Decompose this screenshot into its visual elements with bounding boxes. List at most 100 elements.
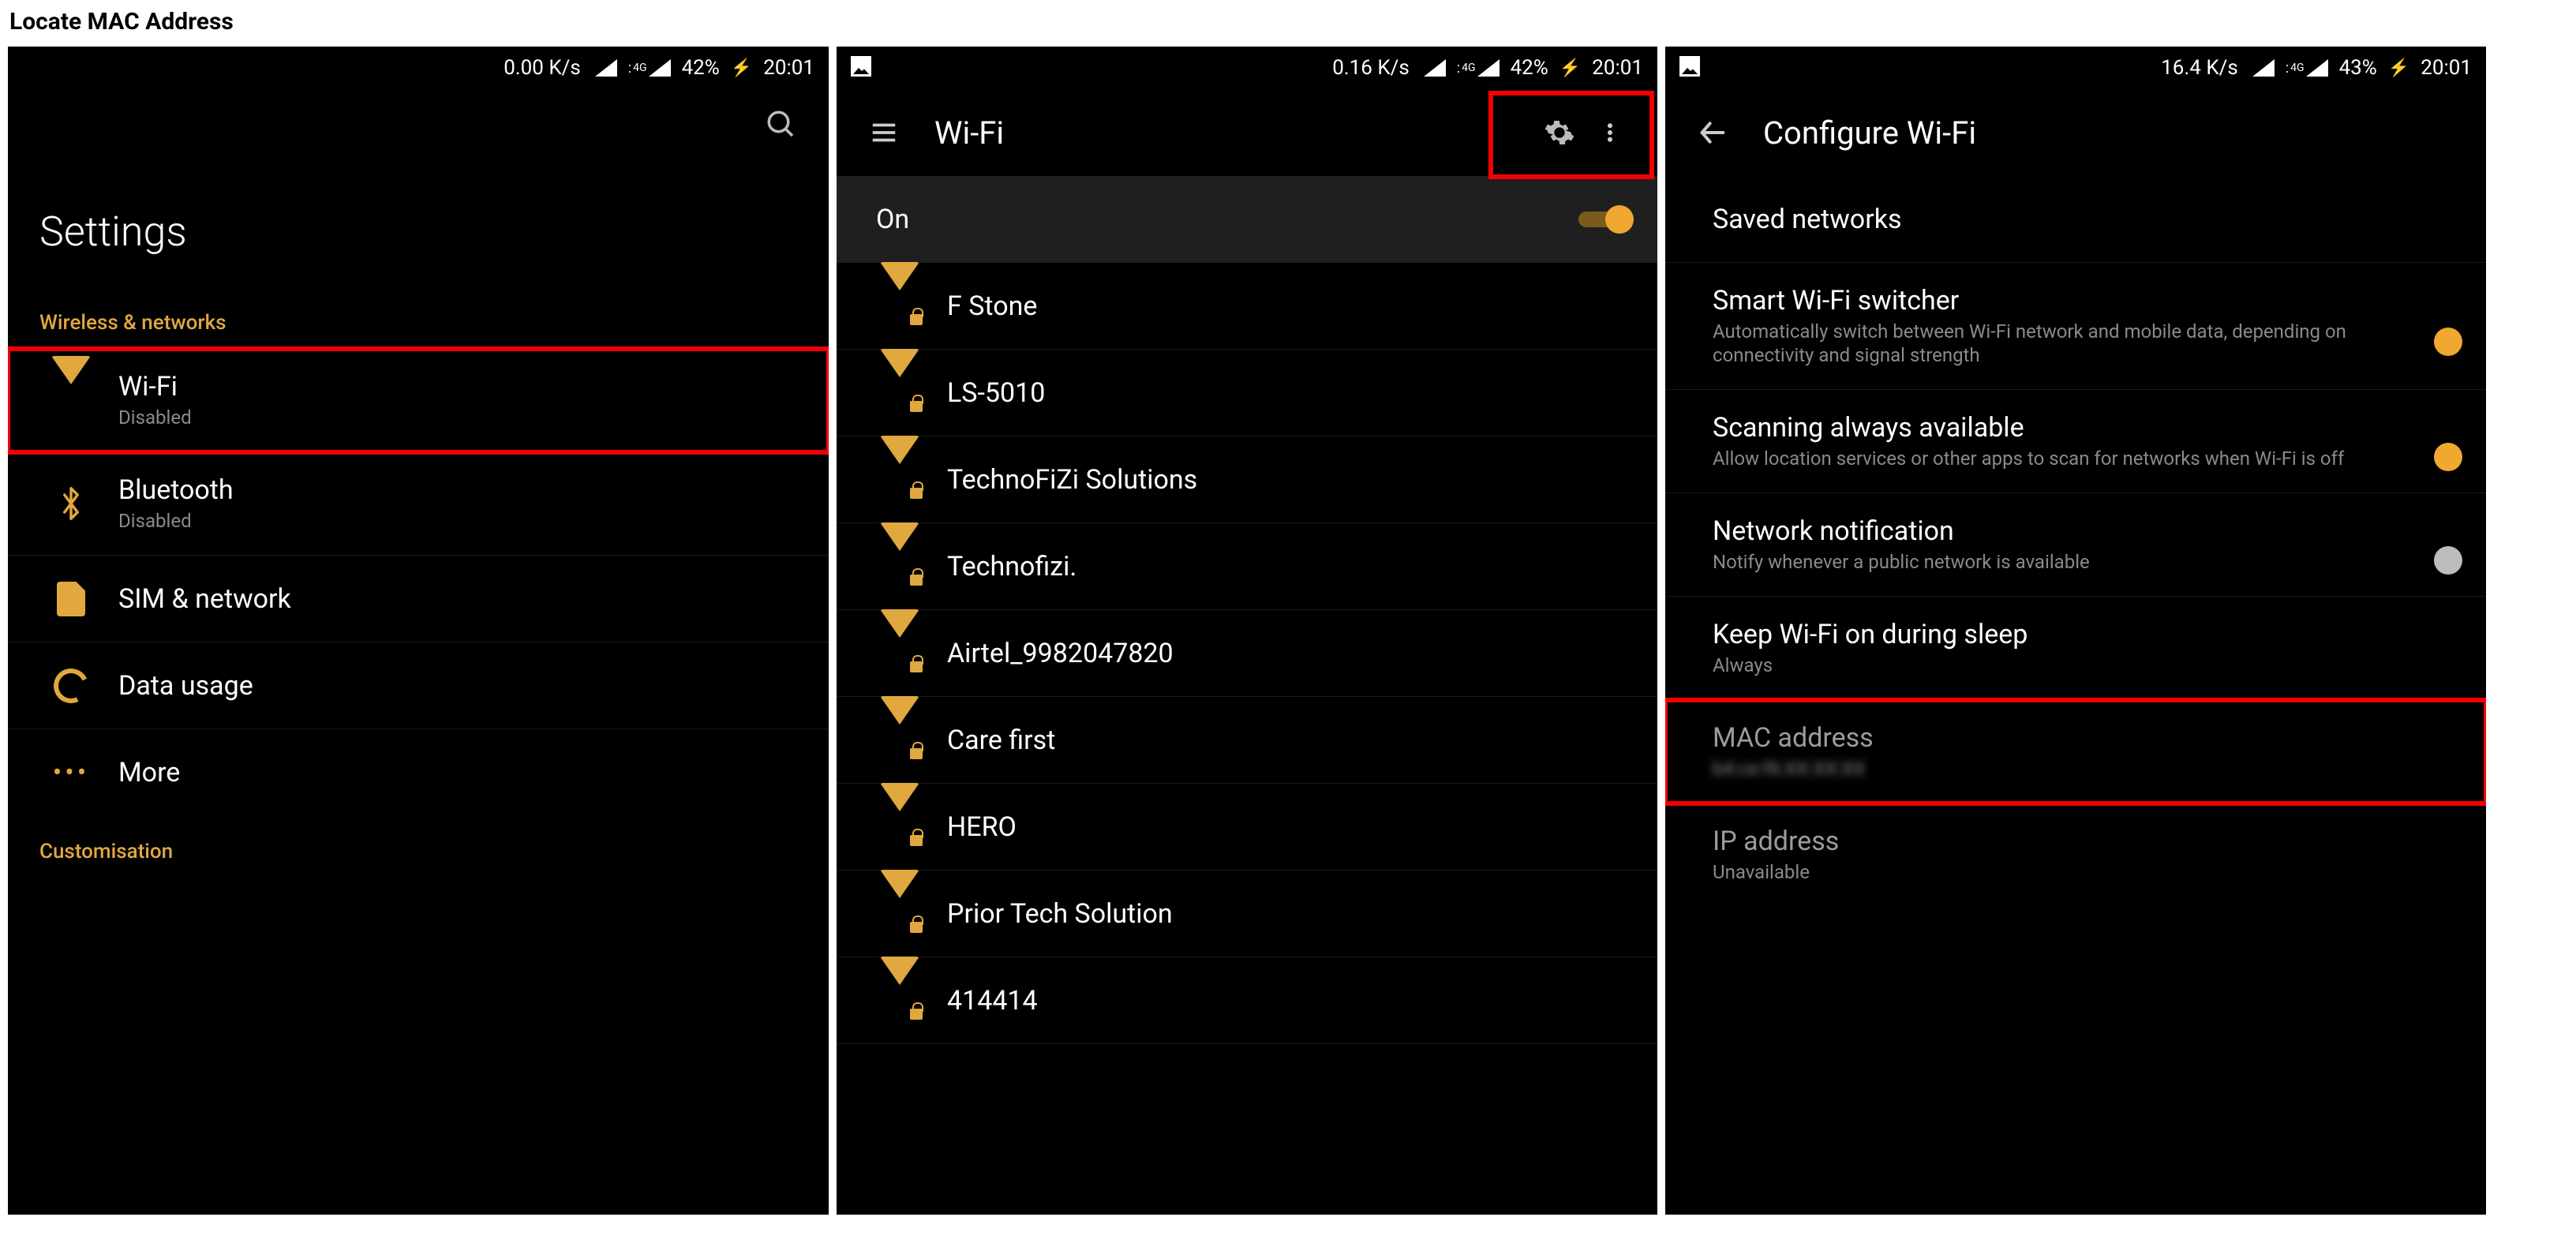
overflow-icon[interactable] bbox=[1585, 107, 1635, 158]
row-label: Smart Wi-Fi switcher bbox=[1713, 285, 2447, 316]
row-label: Saved networks bbox=[1713, 204, 2462, 235]
back-icon[interactable] bbox=[1687, 107, 1738, 158]
wifi-secure-icon bbox=[868, 464, 931, 496]
net-speed: 0.00 K/s bbox=[504, 56, 581, 80]
row-smart-switcher[interactable]: Smart Wi-Fi switcher Automatically switc… bbox=[1665, 263, 2486, 390]
item-label: Bluetooth bbox=[118, 474, 805, 506]
section-wireless: Wireless & networks bbox=[8, 287, 829, 349]
wifi-network-item[interactable]: LS-5010 bbox=[837, 350, 1657, 436]
wifi-secure-icon bbox=[868, 377, 931, 409]
row-label: Scanning always available bbox=[1713, 412, 2447, 444]
item-label: Data usage bbox=[118, 670, 805, 702]
row-sub: Allow location services or other apps to… bbox=[1713, 447, 2447, 470]
settings-item-data[interactable]: Data usage bbox=[8, 642, 829, 729]
phone-settings: 0.00 K/s : 4G 42% ⚡ 20:01 Settings Wirel… bbox=[8, 47, 829, 1215]
settings-list: Wi-Fi Disabled Bluetooth Disabled SIM & … bbox=[8, 349, 829, 816]
wifi-secure-icon bbox=[868, 898, 931, 930]
wifi-secure-icon bbox=[868, 985, 931, 1017]
settings-item-more[interactable]: ••• More bbox=[8, 729, 829, 816]
wifi-network-item[interactable]: Technofizi. bbox=[837, 523, 1657, 610]
network-name: Airtel_9982047820 bbox=[947, 638, 1634, 669]
network-name: TechnoFiZi Solutions bbox=[947, 464, 1634, 496]
wifi-network-item[interactable]: Airtel_9982047820 bbox=[837, 610, 1657, 697]
wifi-network-item[interactable]: HERO bbox=[837, 784, 1657, 871]
app-bar bbox=[8, 89, 829, 160]
wifi-secure-icon bbox=[868, 551, 931, 582]
settings-item-bluetooth[interactable]: Bluetooth Disabled bbox=[8, 452, 829, 556]
wifi-network-item[interactable]: TechnoFiZi Solutions bbox=[837, 436, 1657, 523]
row-sub: Automatically switch between Wi-Fi netwo… bbox=[1713, 320, 2447, 367]
settings-title: Settings bbox=[8, 160, 829, 287]
wifi-secure-icon bbox=[868, 638, 931, 669]
status-bar: 0.16 K/s : 4G 42% ⚡ 20:01 bbox=[837, 47, 1657, 89]
charging-icon: ⚡ bbox=[731, 58, 752, 78]
gallery-notif-icon bbox=[851, 56, 871, 82]
wifi-toggle-row[interactable]: On bbox=[837, 176, 1657, 263]
item-label: More bbox=[118, 757, 805, 788]
row-label: IP address bbox=[1713, 826, 2462, 857]
network-name: F Stone bbox=[947, 290, 1634, 322]
battery-text: 42% bbox=[1511, 56, 1548, 80]
row-sub: Unavailable bbox=[1713, 860, 2462, 884]
charging-icon: ⚡ bbox=[2388, 58, 2409, 78]
screen-title: Wi-Fi bbox=[934, 114, 1004, 152]
configure-list: Saved networks Smart Wi-Fi switcher Auto… bbox=[1665, 176, 2486, 906]
more-icon: ••• bbox=[39, 757, 103, 788]
search-icon[interactable] bbox=[756, 99, 807, 150]
sim-icon bbox=[39, 582, 103, 616]
row-network-notification[interactable]: Network notification Notify whenever a p… bbox=[1665, 493, 2486, 597]
row-mac-address: MAC address b4:ce:f6:XX:XX:XX bbox=[1665, 700, 2486, 803]
clock: 20:01 bbox=[2421, 56, 2472, 80]
wifi-secure-icon bbox=[868, 725, 931, 756]
row-ip-address: IP address Unavailable bbox=[1665, 803, 2486, 906]
row-saved-networks[interactable]: Saved networks bbox=[1665, 176, 2486, 263]
app-bar: Configure Wi-Fi bbox=[1665, 89, 2486, 176]
network-name: LS-5010 bbox=[947, 377, 1634, 409]
row-sub: Always bbox=[1713, 653, 2462, 677]
section-customisation: Customisation bbox=[8, 816, 829, 878]
row-label: MAC address bbox=[1713, 722, 2462, 754]
settings-item-wifi[interactable]: Wi-Fi Disabled bbox=[8, 349, 829, 452]
data-indicator: : 4G bbox=[2286, 59, 2328, 77]
item-label: Wi-Fi bbox=[118, 371, 805, 403]
row-sub: Notify whenever a public network is avai… bbox=[1713, 550, 2447, 574]
data-indicator: : 4G bbox=[1457, 59, 1500, 77]
app-bar: Wi-Fi bbox=[837, 89, 1657, 176]
wifi-switch[interactable] bbox=[1578, 204, 1634, 235]
row-sub: b4:ce:f6:XX:XX:XX bbox=[1713, 757, 2462, 781]
wifi-secure-icon bbox=[868, 290, 931, 322]
item-sub: Disabled bbox=[118, 406, 805, 429]
battery-text: 43% bbox=[2339, 56, 2377, 80]
row-label: Keep Wi-Fi on during sleep bbox=[1713, 619, 2462, 650]
signal-icon bbox=[2249, 59, 2275, 77]
network-name: HERO bbox=[947, 811, 1634, 843]
item-label: SIM & network bbox=[118, 583, 805, 615]
net-speed: 0.16 K/s bbox=[1332, 56, 1410, 80]
phone-configure: 16.4 K/s : 4G 43% ⚡ 20:01 Configure Wi-F… bbox=[1665, 47, 2486, 1215]
network-name: Care first bbox=[947, 725, 1634, 756]
status-bar: 16.4 K/s : 4G 43% ⚡ 20:01 bbox=[1665, 47, 2486, 89]
wifi-network-item[interactable]: Care first bbox=[837, 697, 1657, 784]
net-speed: 16.4 K/s bbox=[2161, 56, 2238, 80]
wifi-network-item[interactable]: F Stone bbox=[837, 263, 1657, 350]
row-keep-wifi-sleep[interactable]: Keep Wi-Fi on during sleep Always bbox=[1665, 597, 2486, 700]
toggle-label: On bbox=[876, 204, 909, 235]
signal-icon bbox=[1421, 59, 1446, 77]
gear-icon[interactable] bbox=[1534, 107, 1585, 158]
row-scanning-available[interactable]: Scanning always available Allow location… bbox=[1665, 390, 2486, 493]
settings-item-sim[interactable]: SIM & network bbox=[8, 556, 829, 642]
wifi-secure-icon bbox=[868, 811, 931, 843]
status-bar: 0.00 K/s : 4G 42% ⚡ 20:01 bbox=[8, 47, 829, 89]
wifi-icon bbox=[39, 384, 103, 416]
network-name: Prior Tech Solution bbox=[947, 898, 1634, 930]
data-usage-icon bbox=[39, 668, 103, 703]
wifi-network-item[interactable]: Prior Tech Solution bbox=[837, 871, 1657, 957]
screen-title: Configure Wi-Fi bbox=[1763, 114, 1976, 152]
hamburger-icon[interactable] bbox=[859, 107, 909, 158]
wifi-network-list: F Stone LS-5010 TechnoFiZi Solutions Techno… bbox=[837, 263, 1657, 1044]
gallery-notif-icon bbox=[1679, 56, 1700, 82]
item-sub: Disabled bbox=[118, 509, 805, 533]
wifi-network-item[interactable]: 414414 bbox=[837, 957, 1657, 1044]
clock: 20:01 bbox=[763, 56, 814, 80]
phone-wifi: 0.16 K/s : 4G 42% ⚡ 20:01 Wi-Fi bbox=[837, 47, 1657, 1215]
